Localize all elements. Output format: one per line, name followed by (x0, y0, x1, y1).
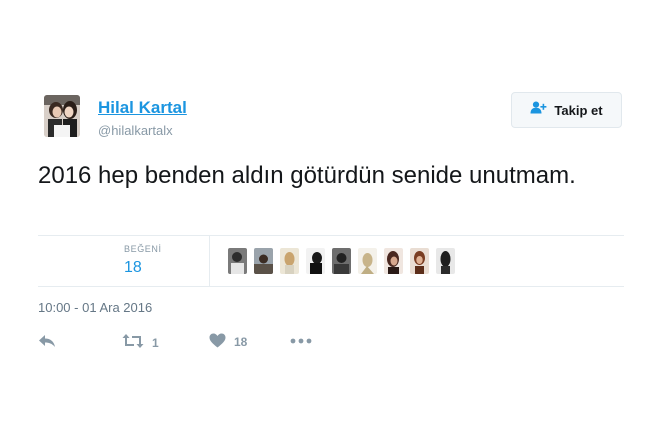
likes-label: BEĞENİ (124, 244, 162, 254)
liker-avatar[interactable] (332, 248, 351, 274)
user-handle: @hilalkartalx (98, 123, 173, 138)
retweet-button[interactable]: 1 (122, 333, 159, 352)
reply-button[interactable] (38, 333, 56, 352)
like-count: 18 (234, 335, 248, 349)
tweet-timestamp[interactable]: 10:00 - 01 Ara 2016 (38, 300, 152, 315)
reply-icon (38, 333, 56, 352)
liker-avatar[interactable] (254, 248, 273, 274)
more-button[interactable] (290, 333, 312, 347)
liker-avatar[interactable] (228, 248, 247, 274)
likes-stat[interactable]: BEĞENİ 18 (38, 236, 210, 286)
follow-button-label: Takip et (554, 102, 603, 118)
heart-icon (209, 333, 226, 351)
likes-count: 18 (124, 259, 142, 276)
liker-avatars (228, 248, 455, 274)
add-user-icon (530, 101, 547, 119)
liker-avatar[interactable] (280, 248, 299, 274)
user-avatar[interactable] (44, 95, 80, 137)
liker-avatar[interactable] (358, 248, 377, 274)
tweet-text: 2016 hep benden aldın götürdün senide un… (38, 162, 576, 189)
liker-avatar[interactable] (306, 248, 325, 274)
tweet-stats: BEĞENİ 18 (38, 235, 624, 287)
liker-avatar[interactable] (410, 248, 429, 274)
liker-avatar[interactable] (436, 248, 455, 274)
more-icon (290, 333, 312, 347)
like-button[interactable]: 18 (209, 333, 247, 351)
follow-button[interactable]: Takip et (511, 92, 622, 128)
retweet-count: 1 (152, 335, 159, 350)
display-name[interactable]: Hilal Kartal (98, 98, 187, 118)
liker-avatar[interactable] (384, 248, 403, 274)
retweet-icon (122, 333, 144, 352)
